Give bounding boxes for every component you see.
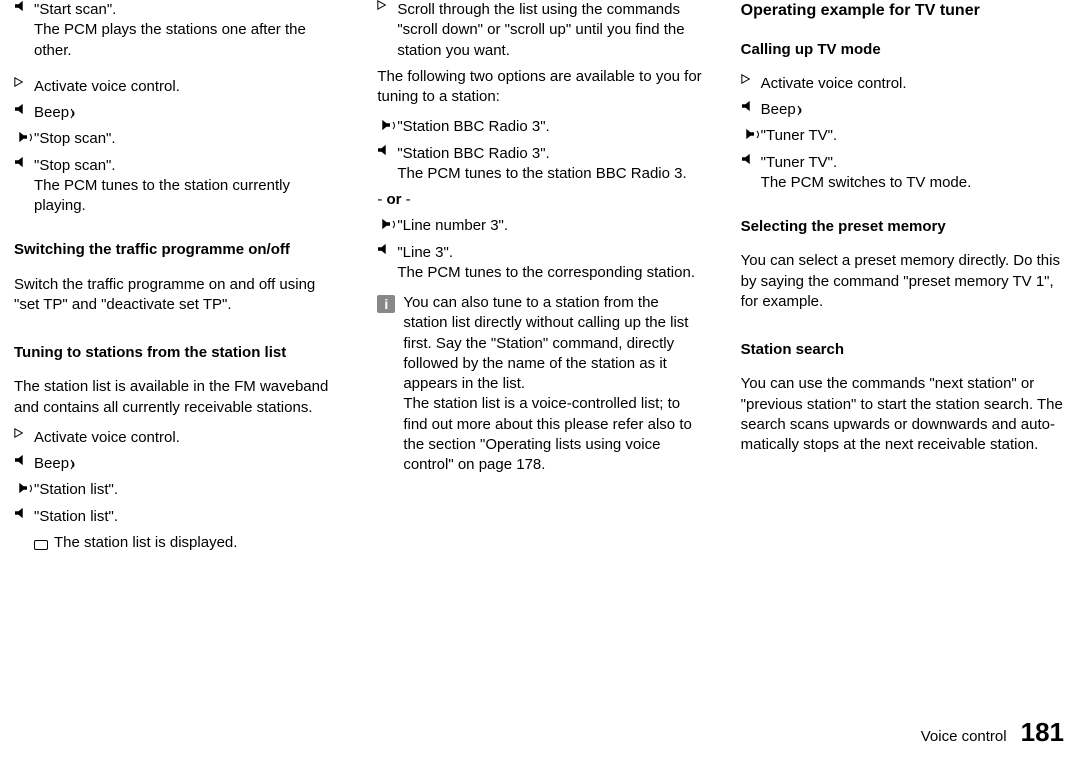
step-beep-2: Beep [14,454,341,474]
speaker-left-icon [741,100,761,112]
heading-traffic-programme: Switching the traffic programme on/off [14,240,341,260]
triangle-right-icon [741,74,761,84]
step-text: "Station list". [34,507,341,527]
step-say-line-number: "Line number 3". [377,216,704,236]
step-tuner-tv-result: "Tuner TV". The PCM switches to TV mode. [741,153,1068,194]
speaker-right-icon [14,480,34,499]
paragraph: The following two options are available … [377,67,704,108]
footer-section-label: Voice control [921,727,1007,747]
speaker-right-icon [377,216,397,235]
speaker-right-icon [14,129,34,148]
paragraph: You can use the commands "next station" … [741,374,1068,455]
speaker-left-icon [377,243,397,255]
step-scroll-list: Scroll through the list using the comman… [377,0,704,61]
step-text: Activate voice control. [761,74,1068,94]
step-beep: Beep [14,103,341,123]
step-text: "Station list". [34,480,341,500]
info-note: i You can also tune to a station from th… [377,293,704,475]
step-text: "Start scan". [34,0,341,20]
step-stop-scan-result: "Stop scan". The PCM tunes to the statio… [14,156,341,217]
sound-wave-icon [797,105,803,116]
info-paragraph: The station list is a voice-controlled l… [403,394,704,475]
step-activate-voice-tv: Activate voice control. [741,74,1068,94]
sound-wave-icon [70,459,76,470]
step-text: Scroll through the list using the comman… [397,0,704,61]
speaker-left-icon [14,103,34,115]
sound-wave-icon [70,108,76,119]
step-text: "Station BBC Radio 3". [397,144,704,164]
step-text: Beep [34,103,69,123]
step-station-bbc-result: "Station BBC Radio 3". The PCM tunes to … [377,144,704,185]
step-text: "Line number 3". [397,216,704,236]
step-subtext: The PCM tunes to the corresponding stati… [397,263,704,283]
step-beep-tv: Beep [741,100,1068,120]
heading-station-search: Station search [741,340,1068,360]
step-station-list-echo: "Station list". [14,507,341,527]
step-text: Activate voice control. [34,428,341,448]
step-text: "Stop scan". [34,156,341,176]
info-paragraph: You can also tune to a station from the … [403,293,704,394]
step-station-list-displayed: The station list is displayed. [14,533,341,553]
speaker-right-icon [741,126,761,145]
triangle-right-icon [14,77,34,87]
speaker-left-icon [14,156,34,168]
step-text: Beep [761,100,796,120]
paragraph: The station list is available in the FM … [14,377,341,418]
info-icon: i [377,295,395,313]
heading-tv-tuner: Operating example for TV tuner [741,0,1068,22]
step-text: "Station BBC Radio 3". [397,117,704,137]
step-start-scan: "Start scan". The PCM plays the stations… [14,0,341,61]
speaker-left-icon [14,454,34,466]
step-subtext: The PCM tunes to the station BBC Radio 3… [397,164,704,184]
step-subtext: The PCM switches to TV mode. [761,173,1068,193]
screen-icon [14,533,54,552]
step-text: "Tuner TV". [761,153,1068,173]
column-middle: Scroll through the list using the comman… [377,0,704,559]
heading-preset-memory: Selecting the preset memory [741,217,1068,237]
step-text: The station list is displayed. [54,533,341,553]
or-separator: - or - [377,190,704,210]
speaker-left-icon [377,144,397,156]
page-footer: Voice control 181 [921,715,1064,750]
step-text: Activate voice control. [34,77,341,97]
step-say-station-list: "Station list". [14,480,341,500]
step-text: Beep [34,454,69,474]
speaker-left-icon [741,153,761,165]
paragraph: Switch the traffic programme on and off … [14,275,341,316]
step-text: "Tuner TV". [761,126,1068,146]
heading-tuning-station-list: Tuning to stations from the station list [14,343,341,363]
step-subtext: The PCM plays the stations one after the… [34,20,341,61]
page-number: 181 [1021,715,1064,750]
paragraph: You can select a preset memory directly.… [741,251,1068,312]
step-activate-voice-2: Activate voice control. [14,428,341,448]
step-text: "Stop scan". [34,129,341,149]
step-say-tuner-tv: "Tuner TV". [741,126,1068,146]
step-line-3-result: "Line 3". The PCM tunes to the correspon… [377,243,704,284]
heading-calling-tv-mode: Calling up TV mode [741,40,1068,60]
triangle-right-icon [14,428,34,438]
speaker-left-icon [14,507,34,519]
column-right: Operating example for TV tuner Calling u… [741,0,1068,559]
step-activate-voice: Activate voice control. [14,77,341,97]
step-text: "Line 3". [397,243,704,263]
speaker-left-icon [14,0,34,12]
speaker-right-icon [377,117,397,136]
step-say-station-bbc: "Station BBC Radio 3". [377,117,704,137]
step-subtext: The PCM tunes to the station currently p… [34,176,341,217]
triangle-right-icon [377,0,397,10]
column-left: "Start scan". The PCM plays the stations… [14,0,341,559]
step-say-stop-scan: "Stop scan". [14,129,341,149]
